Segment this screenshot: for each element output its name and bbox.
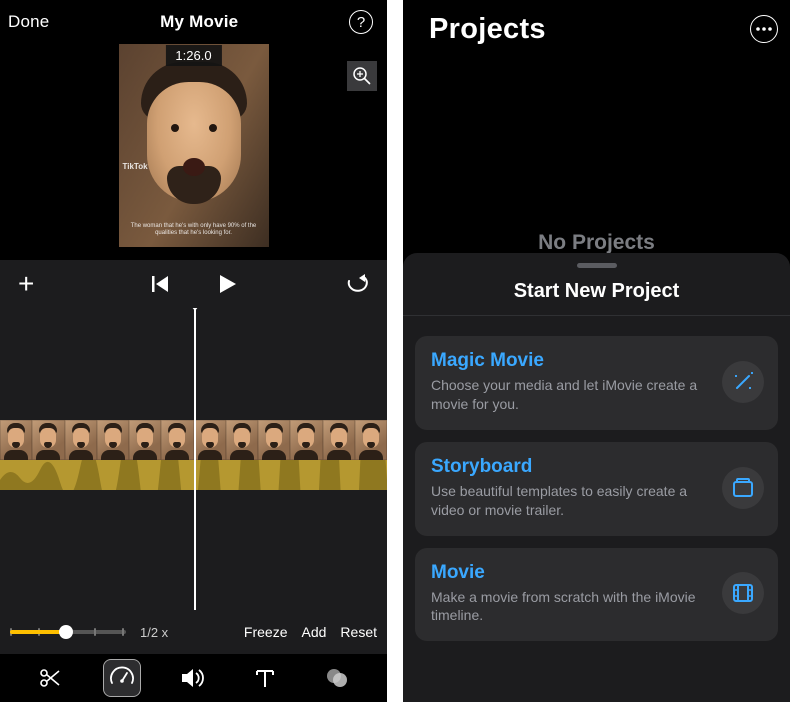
editor-toolbar — [0, 654, 387, 702]
option-movie[interactable]: Movie Make a movie from scratch with the… — [415, 548, 778, 642]
option-desc: Make a movie from scratch with the iMovi… — [431, 588, 710, 626]
preview-caption: The woman that he's with only have 90% o… — [123, 223, 265, 237]
more-button[interactable] — [750, 15, 778, 43]
projects-title: Projects — [429, 13, 546, 46]
separator — [403, 315, 790, 316]
projects-topbar: Projects — [403, 0, 790, 58]
play-button[interactable] — [216, 273, 238, 295]
video-preview[interactable]: TikTok The woman that he's with only hav… — [119, 44, 269, 247]
clip-thumbnail — [161, 420, 193, 460]
option-title: Storyboard — [431, 456, 710, 478]
option-storyboard[interactable]: Storyboard Use beautiful templates to ea… — [415, 442, 778, 536]
freeze-button[interactable]: Freeze — [244, 624, 288, 640]
cut-tool[interactable] — [32, 660, 68, 696]
undo-icon — [345, 274, 369, 294]
option-desc: Choose your media and let iMovie create … — [431, 376, 710, 414]
overlapping-circles-icon — [324, 667, 350, 689]
scissors-icon — [38, 666, 62, 690]
clip-thumbnail — [97, 420, 129, 460]
ellipsis-icon — [756, 27, 772, 31]
play-icon — [216, 273, 238, 295]
speedometer-icon — [109, 665, 135, 691]
clip-thumbnail — [32, 420, 64, 460]
option-magic-movie[interactable]: Magic Movie Choose your media and let iM… — [415, 336, 778, 430]
volume-tool[interactable] — [175, 660, 211, 696]
reset-speed-button[interactable]: Reset — [340, 624, 377, 640]
skip-start-icon — [150, 275, 170, 293]
option-icon-wrap — [722, 572, 764, 614]
option-icon-wrap — [722, 467, 764, 509]
clip-thumbnail — [323, 420, 355, 460]
clip-thumbnail — [129, 420, 161, 460]
preview-area: TikTok The woman that he's with only hav… — [0, 44, 387, 260]
speed-value: 1/2 x — [140, 625, 168, 640]
speed-tool[interactable] — [104, 660, 140, 696]
editor-pane: Done My Movie ? TikTok The woman that he… — [0, 0, 387, 702]
skip-start-button[interactable] — [150, 275, 170, 293]
add-media-button[interactable]: + — [18, 268, 34, 300]
help-button[interactable]: ? — [349, 10, 373, 34]
question-icon: ? — [357, 14, 365, 31]
speed-slider[interactable] — [10, 617, 126, 647]
undo-button[interactable] — [345, 274, 369, 294]
filters-tool[interactable] — [319, 660, 355, 696]
add-speed-button[interactable]: Add — [302, 624, 327, 640]
storyboard-icon — [731, 476, 755, 500]
no-projects-label: No Projects — [403, 231, 790, 255]
editor-topbar: Done My Movie ? — [0, 0, 387, 44]
option-desc: Use beautiful templates to easily create… — [431, 482, 710, 520]
film-icon — [731, 581, 755, 605]
magic-wand-icon — [731, 370, 755, 394]
done-button[interactable]: Done — [8, 12, 49, 32]
magnifier-plus-icon — [352, 66, 372, 86]
option-icon-wrap — [722, 361, 764, 403]
option-title: Magic Movie — [431, 350, 710, 372]
clip-thumbnail — [355, 420, 387, 460]
clip-thumbnail — [226, 420, 258, 460]
tiktok-watermark: TikTok — [123, 162, 148, 171]
clip-thumbnail — [290, 420, 322, 460]
playhead[interactable] — [194, 308, 196, 610]
text-icon — [254, 667, 276, 689]
new-project-sheet: Start New Project Magic Movie Choose you… — [403, 253, 790, 702]
option-title: Movie — [431, 562, 710, 584]
sheet-grabber[interactable] — [577, 263, 617, 268]
text-tool[interactable] — [247, 660, 283, 696]
sheet-title: Start New Project — [415, 280, 778, 303]
slider-thumb[interactable] — [59, 625, 73, 639]
speed-controls: 1/2 x Freeze Add Reset — [0, 610, 387, 654]
project-title: My Movie — [160, 12, 238, 32]
clip-thumbnail — [258, 420, 290, 460]
zoom-button[interactable] — [347, 61, 377, 91]
clip-thumbnail — [65, 420, 97, 460]
playback-bar: + — [0, 260, 387, 308]
clip-thumbnail — [194, 420, 226, 460]
timeline[interactable] — [0, 308, 387, 610]
clip-thumbnail — [0, 420, 32, 460]
timecode-badge: 1:26.0 — [165, 45, 221, 66]
speaker-icon — [180, 666, 206, 690]
projects-pane: Projects No Projects Start New Project M… — [403, 0, 790, 702]
